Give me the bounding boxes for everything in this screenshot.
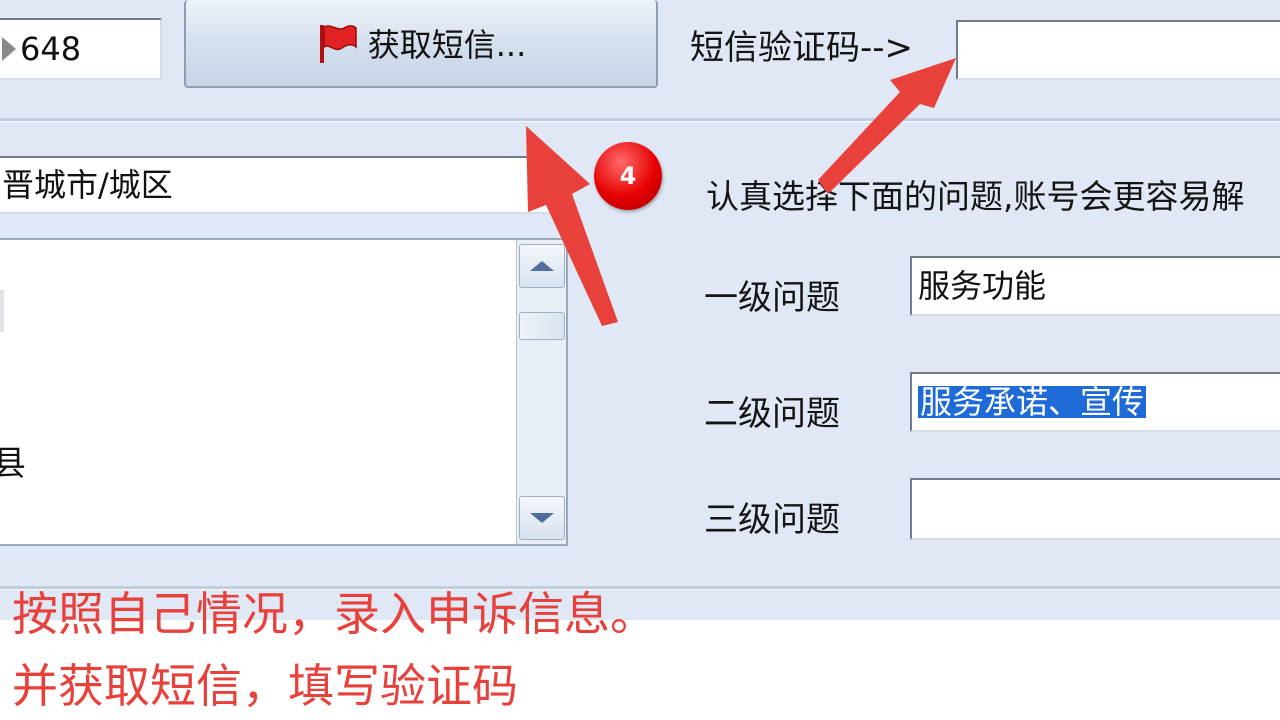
annotation-line-1: 按照自己情况，录入申诉信息。 bbox=[12, 587, 656, 641]
list-item[interactable] bbox=[0, 290, 4, 332]
city-list-scrollbar[interactable] bbox=[516, 240, 566, 544]
level1-question-value: 服务功能 bbox=[918, 267, 1047, 305]
annotation-line-2: 并获取短信，填写验证码 bbox=[12, 659, 518, 713]
get-sms-button[interactable]: 获取短信... bbox=[184, 0, 658, 88]
flag-icon bbox=[316, 21, 360, 65]
city-display-field[interactable]: 晋城市/城区 bbox=[0, 156, 560, 214]
city-display-value: 晋城市/城区 bbox=[2, 166, 173, 204]
scroll-up-button[interactable] bbox=[519, 244, 565, 288]
get-sms-button-label: 获取短信... bbox=[367, 26, 527, 64]
phone-arrow-icon bbox=[2, 37, 16, 61]
level2-question-label: 二级问题 bbox=[704, 394, 840, 434]
question-hint-text: 认真选择下面的问题,账号会更容易解 bbox=[706, 177, 1245, 216]
city-list[interactable]: 县 bbox=[0, 238, 568, 546]
level2-question-value: 服务承诺、宣传 bbox=[918, 383, 1147, 421]
level1-question-select[interactable]: 服务功能 bbox=[910, 256, 1280, 316]
chevron-up-icon bbox=[530, 261, 554, 271]
step-number-badge: 4 bbox=[594, 142, 662, 210]
level2-question-select[interactable]: 服务承诺、宣传 bbox=[910, 372, 1280, 432]
scroll-thumb[interactable] bbox=[519, 312, 565, 340]
chevron-down-icon bbox=[530, 513, 554, 523]
section-divider-top bbox=[0, 118, 1280, 122]
sms-code-input[interactable] bbox=[956, 20, 1280, 80]
level3-question-label: 三级问题 bbox=[704, 500, 840, 540]
level1-question-label: 一级问题 bbox=[704, 278, 840, 318]
scroll-down-button[interactable] bbox=[519, 496, 565, 540]
sms-code-label: 短信验证码--> bbox=[690, 28, 914, 68]
phone-number-input[interactable]: 648 bbox=[0, 18, 162, 80]
phone-number-value: 648 bbox=[20, 30, 82, 68]
level3-question-select[interactable] bbox=[910, 478, 1280, 540]
list-item[interactable]: 县 bbox=[0, 436, 26, 485]
